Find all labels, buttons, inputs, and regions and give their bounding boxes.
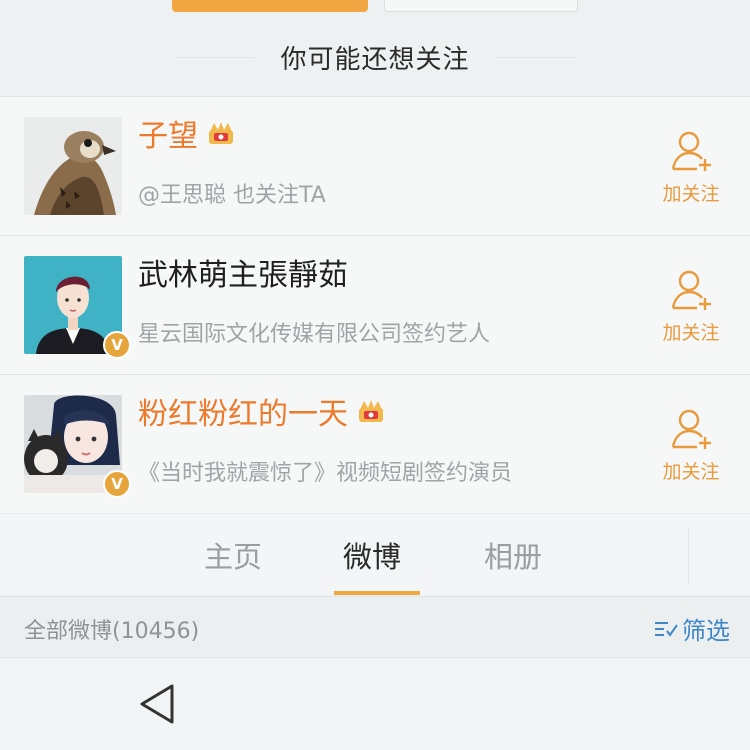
follow-button[interactable]: 加关注 xyxy=(656,407,726,484)
back-triangle-icon xyxy=(140,684,174,724)
user-name-text: 武林萌主張靜茹 xyxy=(138,258,348,293)
user-description: 《当时我就震惊了》视频短剧签约演员 xyxy=(138,461,513,486)
profile-tabs: 主页 微博 相册 xyxy=(0,513,750,595)
posts-count-bar: 全部微博(10456) 筛选 xyxy=(0,596,750,658)
top-orange-button[interactable] xyxy=(172,0,368,12)
follow-label: 加关注 xyxy=(662,183,720,205)
tab-album[interactable]: 相册 xyxy=(484,534,542,576)
suggested-users-list: 子望 @王思聪 也关注TA 加关注 V 武林萌主張靜茹 星云国际文化传媒有限公司… xyxy=(0,96,750,513)
header-divider-left xyxy=(174,56,255,58)
system-nav-bar xyxy=(0,658,750,750)
tab-weibo[interactable]: 微博 xyxy=(343,534,401,576)
posts-count[interactable]: 全部微博(10456) xyxy=(24,613,199,645)
user-name[interactable]: 子望 xyxy=(138,119,236,155)
user-description: 星云国际文化传媒有限公司签约艺人 xyxy=(138,322,491,347)
suggested-user-row[interactable]: V 武林萌主張靜茹 星云国际文化传媒有限公司签约艺人 加关注 xyxy=(0,235,750,374)
active-tab-indicator xyxy=(334,591,420,595)
suggest-header: 你可能还想关注 xyxy=(0,30,750,84)
suggested-user-row[interactable]: 子望 @王思聪 也关注TA 加关注 xyxy=(0,96,750,235)
user-name[interactable]: 武林萌主張靜茹 xyxy=(138,258,348,294)
filter-icon xyxy=(655,621,678,637)
falcon-avatar xyxy=(24,117,122,215)
tab-home[interactable]: 主页 xyxy=(204,534,262,576)
avatar[interactable] xyxy=(24,117,122,215)
header-divider-right xyxy=(495,56,576,58)
user-name-text: 子望 xyxy=(138,119,198,154)
verified-badge-icon: V xyxy=(103,470,131,498)
suggest-title: 你可能还想关注 xyxy=(280,44,470,75)
user-description: @王思聪 也关注TA xyxy=(138,183,326,208)
add-user-icon xyxy=(671,409,711,449)
crown-icon xyxy=(356,397,386,433)
crown-icon xyxy=(206,119,236,155)
follow-label: 加关注 xyxy=(662,461,720,483)
suggested-user-row[interactable]: V 粉红粉红的一天 《当时我就震惊了》视频短剧签约演员 加关注 xyxy=(0,374,750,513)
follow-button[interactable]: 加关注 xyxy=(656,129,726,206)
back-button[interactable] xyxy=(138,682,178,730)
filter-label: 筛选 xyxy=(682,617,730,645)
user-name[interactable]: 粉红粉红的一天 xyxy=(138,397,386,433)
verified-badge-icon: V xyxy=(103,331,131,359)
top-white-button[interactable] xyxy=(384,0,578,12)
follow-label: 加关注 xyxy=(662,322,720,344)
filter-button[interactable]: 筛选 xyxy=(654,611,730,646)
tab-divider xyxy=(688,528,689,584)
user-name-text: 粉红粉红的一天 xyxy=(138,397,348,432)
add-user-icon xyxy=(671,131,711,171)
add-user-icon xyxy=(671,270,711,310)
follow-button[interactable]: 加关注 xyxy=(656,268,726,345)
